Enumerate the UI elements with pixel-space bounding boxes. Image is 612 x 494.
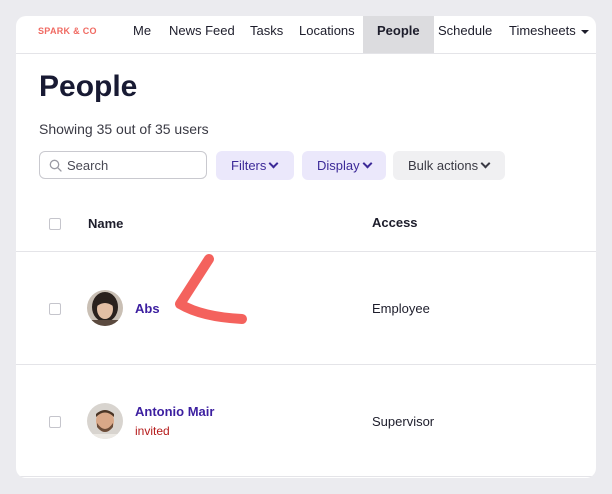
select-all-checkbox[interactable] <box>49 218 61 230</box>
avatar-photo <box>87 403 123 439</box>
column-header-name[interactable]: Name <box>88 216 123 231</box>
nav-item-people[interactable]: People <box>363 16 434 53</box>
user-name-link[interactable]: Antonio Mair <box>135 404 214 419</box>
filters-button[interactable]: Filters <box>216 151 294 180</box>
nav-item-me[interactable]: Me <box>133 16 151 53</box>
app-window: SPARK & CO Me News Feed Tasks Locations … <box>16 16 596 478</box>
nav-item-tasks[interactable]: Tasks <box>250 16 283 53</box>
top-navigation: SPARK & CO Me News Feed Tasks Locations … <box>16 16 596 54</box>
brand-logo[interactable]: SPARK & CO <box>38 26 97 36</box>
display-button[interactable]: Display <box>302 151 386 180</box>
nav-item-news-feed[interactable]: News Feed <box>169 16 235 53</box>
user-name-link[interactable]: Abs <box>135 301 160 316</box>
chevron-down-icon <box>480 158 491 169</box>
row-checkbox[interactable] <box>49 416 61 428</box>
user-count: Showing 35 out of 35 users <box>39 121 209 137</box>
row-divider <box>16 251 596 252</box>
row-divider <box>16 364 596 365</box>
avatar-photo <box>87 290 123 326</box>
chevron-down-icon <box>362 158 373 169</box>
display-label: Display <box>317 158 360 173</box>
search-placeholder: Search <box>67 158 109 173</box>
invited-status: invited <box>135 424 170 438</box>
nav-item-timesheets-label: Timesheets <box>509 23 576 38</box>
caret-down-icon <box>580 29 589 34</box>
filters-label: Filters <box>231 158 267 173</box>
page-title: People <box>39 70 138 103</box>
nav-item-schedule[interactable]: Schedule <box>438 16 492 53</box>
access-level: Supervisor <box>372 414 435 429</box>
access-level: Employee <box>372 301 430 316</box>
nav-item-timesheets[interactable]: Timesheets <box>509 16 589 53</box>
bulk-actions-button[interactable]: Bulk actions <box>393 151 505 180</box>
avatar[interactable] <box>87 290 123 326</box>
bulk-actions-label: Bulk actions <box>408 158 479 173</box>
search-input[interactable]: Search <box>39 151 207 179</box>
nav-item-locations[interactable]: Locations <box>299 16 355 53</box>
chevron-down-icon <box>268 158 279 169</box>
avatar[interactable] <box>87 403 123 439</box>
row-checkbox[interactable] <box>49 303 61 315</box>
row-divider <box>16 476 596 477</box>
column-header-access[interactable]: Access <box>372 215 418 230</box>
search-icon <box>49 159 62 172</box>
